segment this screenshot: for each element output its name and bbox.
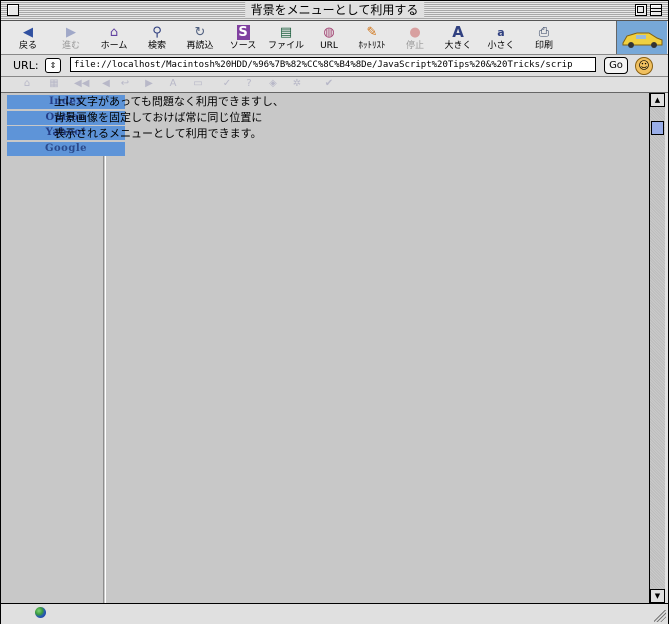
body-text-line: 表示されるメニューとして利用できます。	[54, 127, 262, 140]
home-icon: ⌂	[109, 25, 119, 40]
browser-logo-icon	[616, 21, 667, 54]
globe-icon	[35, 607, 46, 618]
font-larger-icon: A	[452, 23, 464, 41]
resize-grip-icon[interactable]	[654, 610, 666, 622]
button-bar: ⌂ ▦ ◀◀ ◀ ↩ ▶ A ▭ ✓ ? ◈ ✲ ✔	[1, 77, 668, 93]
close-box-icon[interactable]	[7, 4, 19, 16]
file-icon: ▤	[279, 25, 293, 40]
url-label: URL:	[13, 59, 39, 72]
sidebar-divider	[103, 156, 104, 603]
forward-arrow-icon: ▶	[66, 25, 76, 40]
url-button[interactable]: ◍ URL	[308, 23, 350, 53]
smiley-icon[interactable]: ☺	[635, 57, 653, 75]
stop-button[interactable]: ● 停止	[394, 23, 436, 53]
back-small-icon[interactable]: ↩	[119, 78, 131, 90]
reload-icon: ↻	[194, 25, 206, 40]
scroll-up-arrow-icon[interactable]: ▲	[650, 93, 665, 107]
hotlist-icon: ✎	[366, 25, 378, 40]
print-icon: ⎙	[538, 25, 550, 40]
status-bar	[1, 603, 668, 624]
grid-small-icon[interactable]: ▦	[48, 78, 60, 90]
print-button[interactable]: ⎙ 印刷	[523, 23, 565, 53]
zoom-box-icon[interactable]	[635, 4, 647, 16]
body-text-line: 上に文字があっても問題なく利用できますし、	[54, 95, 284, 108]
go-button[interactable]: Go	[604, 57, 628, 74]
search-button[interactable]: ⚲ 検索	[136, 23, 178, 53]
collapse-box-icon[interactable]	[650, 4, 662, 16]
stop-icon: ●	[409, 25, 421, 40]
back-button[interactable]: ◀ 戻る	[7, 23, 49, 53]
font-smaller-button[interactable]: a 小さく	[480, 23, 522, 53]
title-bar[interactable]: 背景をメニューとして利用する	[1, 1, 668, 21]
back-arrow-icon: ◀	[23, 25, 33, 40]
window-title: 背景をメニューとして利用する	[244, 2, 425, 18]
sidebar-divider-highlight	[105, 156, 106, 603]
reload-button[interactable]: ↻ 再読込	[179, 23, 221, 53]
doc-small-icon[interactable]: ▭	[192, 78, 204, 90]
hotlist-small-icon[interactable]: ✲	[291, 78, 303, 90]
search-icon: ⚲	[152, 25, 162, 40]
scroll-down-arrow-icon[interactable]: ▼	[650, 589, 665, 603]
source-button[interactable]: S ソース	[222, 23, 264, 53]
bookmark-small-icon[interactable]: ◈	[267, 78, 279, 90]
url-history-stepper-icon[interactable]: ⇕	[45, 58, 61, 73]
browser-window: 背景をメニューとして利用する ◀ 戻る ▶ 進む ⌂ ホーム ⚲ 検索 ↻ 再読…	[0, 0, 669, 624]
home-small-icon[interactable]: ⌂	[21, 78, 33, 90]
help-small-icon[interactable]: ?	[243, 78, 255, 90]
url-input[interactable]: file://localhost/Macintosh%20HDD/%96%7B%…	[70, 57, 596, 72]
first-small-icon[interactable]: ◀◀	[74, 78, 89, 90]
vertical-scrollbar[interactable]: ▲ ▼	[649, 93, 665, 603]
prev-small-icon[interactable]: ◀	[100, 78, 112, 90]
hotlist-button[interactable]: ✎ ﾎｯﾄﾘｽﾄ	[351, 23, 393, 53]
forward-button[interactable]: ▶ 進む	[50, 23, 92, 53]
font-larger-button[interactable]: A 大きく	[437, 23, 479, 53]
pen-small-icon[interactable]: ✓	[221, 78, 233, 90]
next-small-icon[interactable]: ▶	[143, 78, 155, 90]
scroll-track[interactable]	[650, 107, 665, 589]
toolbar: ◀ 戻る ▶ 進む ⌂ ホーム ⚲ 検索 ↻ 再読込 S ソース ▤ ファイル …	[1, 21, 668, 55]
page-content: Index Option Yahoo! Google 上に文字があっても問題なく…	[1, 93, 649, 603]
url-icon: ◍	[323, 25, 335, 40]
font-small-icon[interactable]: A	[167, 78, 179, 90]
source-icon: S	[236, 25, 250, 40]
url-bar: URL: ⇕ file://localhost/Macintosh%20HDD/…	[1, 55, 668, 77]
file-button[interactable]: ▤ ファイル	[265, 23, 307, 53]
body-text-line: 背景画像を固定しておけば常に同じ位置に	[54, 111, 263, 124]
home-button[interactable]: ⌂ ホーム	[93, 23, 135, 53]
check-small-icon[interactable]: ✔	[323, 78, 335, 90]
scroll-thumb[interactable]	[651, 121, 664, 135]
font-smaller-icon: a	[497, 26, 505, 39]
menu-item-google[interactable]: Google	[7, 142, 125, 156]
